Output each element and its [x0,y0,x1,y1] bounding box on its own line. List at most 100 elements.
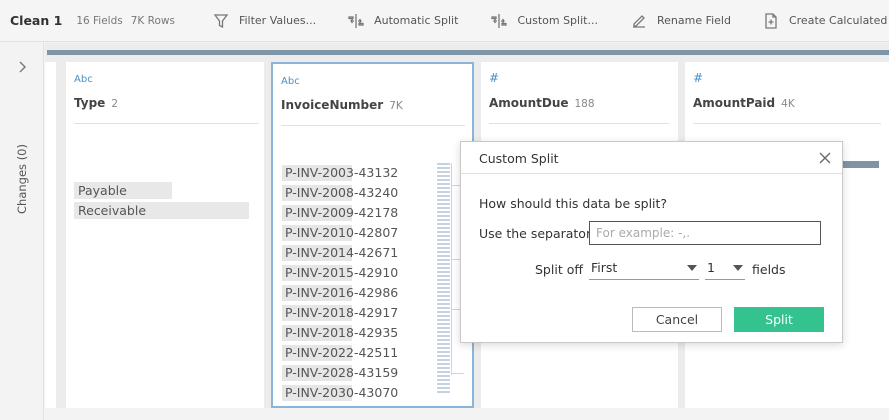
rename-field-button[interactable]: Rename Field [631,13,731,29]
horizontal-scrollbar[interactable] [45,408,889,420]
separator-input[interactable] [589,221,821,245]
distribution-tick [437,163,450,165]
card-divider [281,125,465,126]
distribution-tick [437,263,450,265]
value-label: P-INV-2028-43159 [285,365,399,380]
field-count-select[interactable]: 1 [705,258,745,280]
value-row[interactable]: P-INV-2008-43240 [282,185,398,201]
distribution-tick [437,375,450,377]
distribution-tick [437,259,450,261]
step-title: Clean 1 [10,13,63,28]
value-label: P-INV-2030-43070 [285,385,399,400]
distribution-tick [437,347,450,349]
automatic-split-button[interactable]: Automatic Split [348,13,458,29]
cancel-button[interactable]: Cancel [632,307,722,332]
value-label: P-INV-2014-42671 [285,245,399,260]
separator-label: Use the separator [479,226,592,241]
distribution-tick [437,223,450,225]
column-header[interactable]: AmountPaid 4K [693,96,795,110]
column-name: AmountDue [489,96,569,110]
distribution-tick [437,335,450,337]
distribution-tick [437,363,450,365]
distribution-tick [437,211,450,213]
distribution-tick [437,203,450,205]
distribution-tick [437,227,450,229]
value-row[interactable]: P-INV-2018-42917 [282,305,398,321]
card-divider [693,123,881,124]
distribution-tick [437,315,450,317]
distinct-count: 2 [111,98,118,110]
distribution-tick [437,351,450,353]
dialog-header: Custom Split [461,142,842,174]
caret-down-icon [733,265,743,271]
distribution-tick [437,267,450,269]
distribution-tick [437,195,450,197]
distribution-tick [437,343,450,345]
value-bar-receivable[interactable]: Receivable [74,202,249,219]
distribution-tick [437,175,450,177]
distribution-tick [437,279,450,281]
column-card-type[interactable]: Abc Type 2 Payable Receivable [66,62,264,408]
distribution-tick [437,371,450,373]
split-off-select[interactable]: First [589,258,699,280]
distribution-tick [437,379,450,381]
distribution-tick [437,331,450,333]
value-row[interactable]: P-INV-2028-43159 [282,365,398,381]
column-card-invoicenumber[interactable]: Abc InvoiceNumber 7K P-INV-2003-43132 P-IN… [271,62,474,408]
split-icon [348,13,364,28]
row-count: 7K Rows [130,14,175,27]
distribution-tick [437,303,450,305]
distribution-tick [437,355,450,357]
distinct-count: 188 [574,98,595,110]
split-button[interactable]: Split [734,307,824,332]
value-row[interactable]: P-INV-2010-42807 [282,225,398,241]
expand-changes-button[interactable] [14,59,30,75]
rename-field-label: Rename Field [656,14,731,27]
string-type-icon: Abc [74,74,93,85]
distribution-tick [437,327,450,329]
distribution-tick [437,275,450,277]
distribution-tick [437,287,450,289]
caret-down-icon [687,265,697,271]
distribution-tick [437,271,450,273]
value-label: P-INV-2015-42910 [285,265,399,280]
field-count: 16 Fields [76,14,123,27]
value-row[interactable]: P-INV-2003-43132 [282,165,398,181]
distribution-tick [437,219,450,221]
value-row[interactable]: P-INV-2018-42935 [282,325,398,341]
distribution-tick [437,311,450,313]
distribution-tick [437,295,450,297]
close-dialog-button[interactable] [816,149,834,167]
number-type-icon: # [489,71,500,85]
value-label: P-INV-2016-42986 [285,285,399,300]
close-icon [819,152,831,164]
value-label: P-INV-2009-42178 [285,205,399,220]
custom-split-label: Custom Split... [517,14,598,27]
value-row[interactable]: P-INV-2022-42511 [282,345,398,361]
calculated-field-icon [765,12,777,29]
distribution-tick [437,319,450,321]
split-question: How should this data be split? [479,196,668,211]
column-header[interactable]: InvoiceNumber 7K [281,98,403,112]
value-bar-payable[interactable]: Payable [74,182,172,199]
value-row[interactable]: P-INV-2030-43070 [282,385,398,401]
column-header[interactable]: Type 2 [74,96,118,110]
column-name: AmountPaid [693,96,776,110]
create-calculated-field-button[interactable]: Create Calculated Field... [763,12,889,29]
column-header[interactable]: AmountDue 188 [489,96,595,110]
value-label: P-INV-2010-42807 [285,225,399,240]
filter-values-button[interactable]: Filter Values... [213,13,316,29]
value-row[interactable]: P-INV-2015-42910 [282,265,398,281]
custom-split-icon [491,13,508,28]
card-divider [489,123,669,124]
custom-split-button[interactable]: Custom Split... [491,13,598,29]
changes-tab[interactable]: Changes (0) [6,143,38,215]
distribution-tick [437,323,450,325]
distribution-tick [437,191,450,193]
value-row[interactable]: P-INV-2009-42178 [282,205,398,221]
value-row[interactable]: P-INV-2014-42671 [282,245,398,261]
automatic-split-label: Automatic Split [374,14,459,27]
value-row[interactable]: P-INV-2016-42986 [282,285,398,301]
distribution-tick [437,239,450,241]
card-divider [74,123,259,124]
